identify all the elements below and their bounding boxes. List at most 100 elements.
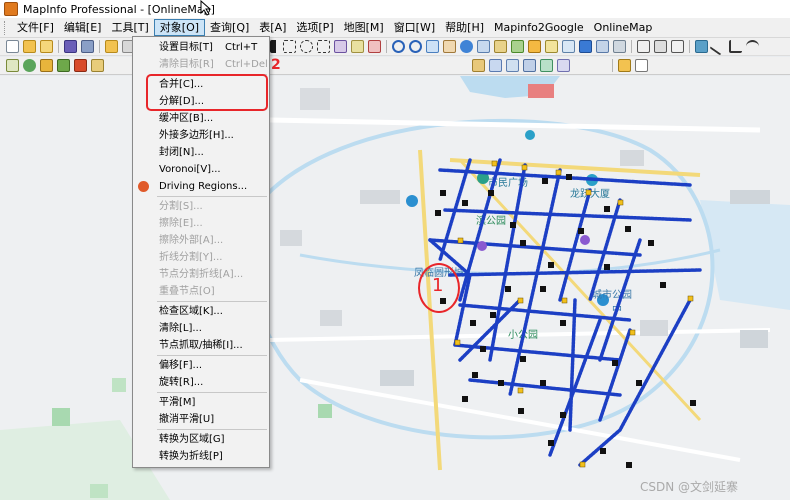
reshape-tool-icon[interactable] — [695, 40, 708, 53]
radius-select-icon[interactable] — [300, 40, 313, 53]
polygon-tool-icon[interactable] — [637, 40, 650, 53]
menu-item[interactable]: Mapinfo2Google — [489, 19, 589, 36]
object-menu-item[interactable]: 外接多边形[H]... — [133, 127, 269, 144]
menu-item-label: 撤消平滑[U] — [159, 414, 215, 425]
convert-objects-icon[interactable] — [557, 59, 570, 72]
object-menu-item[interactable]: 节点抓取/抽稀[I]... — [133, 337, 269, 354]
ruler-icon[interactable] — [545, 40, 558, 53]
combine-objects-icon[interactable] — [472, 59, 485, 72]
open-folder-icon[interactable] — [23, 40, 36, 53]
statistics-icon[interactable] — [579, 40, 592, 53]
menu-item[interactable]: 对象[O] — [153, 19, 206, 36]
object-menu-item: 清除目标[R] Ctrl+Del — [133, 56, 269, 73]
poi-pin[interactable] — [525, 130, 535, 140]
menu-item[interactable]: 选项[P] — [291, 19, 338, 36]
legend-icon[interactable] — [562, 40, 575, 53]
mapinfo-app-icon — [4, 2, 18, 16]
menu-item[interactable]: 文件[F] — [12, 19, 59, 36]
purple-marker[interactable] — [580, 235, 590, 245]
object-menu-item[interactable]: 平滑[M] — [133, 394, 269, 411]
save-as-icon[interactable] — [81, 40, 94, 53]
object-menu-item[interactable]: 设置目标[T] Ctrl+T — [133, 39, 269, 56]
erase-objects-icon[interactable] — [506, 59, 519, 72]
menu-item-label: 分割[S]... — [159, 201, 203, 212]
polyline-tool-icon[interactable] — [729, 40, 742, 53]
map-canvas[interactable]: 市民广场 龙跃大厦 滨公园 凤临圆形城 城市公园 中 小公园 — [0, 76, 790, 500]
split-objects-icon[interactable] — [489, 59, 502, 72]
line-tool-icon[interactable] — [709, 37, 728, 56]
menu-item-label: 擦除外部[A]... — [159, 235, 224, 246]
hotlink-icon[interactable] — [477, 40, 490, 53]
object-menu-item[interactable]: Driving Regions... — [133, 178, 269, 195]
erase-outside-icon[interactable] — [523, 59, 536, 72]
toolbar-separator — [612, 59, 613, 72]
menu-item-label: Voronoi[V]... — [159, 164, 221, 175]
object-menu-item[interactable]: 偏移[F]... — [133, 357, 269, 374]
region-tool-icon[interactable] — [654, 40, 667, 53]
map-window-icon[interactable] — [618, 59, 631, 72]
menu-item[interactable]: 窗口[W] — [389, 19, 440, 36]
map-layer-icon[interactable] — [40, 59, 53, 72]
object-menu-item[interactable]: 封闭[N]... — [133, 144, 269, 161]
unselect-all-icon[interactable] — [351, 40, 364, 53]
menu-item[interactable]: 地图[M] — [339, 19, 389, 36]
save-icon[interactable] — [64, 40, 77, 53]
boundary-select-icon[interactable] — [334, 40, 347, 53]
layer-list-icon[interactable] — [6, 59, 19, 72]
menu-item[interactable]: OnlineMap — [589, 19, 658, 36]
open-table-icon[interactable] — [105, 40, 118, 53]
menu-item[interactable]: 查询[Q] — [205, 19, 254, 36]
layer-control-icon[interactable] — [528, 40, 541, 53]
open-workspace-icon[interactable] — [40, 40, 53, 53]
menu-item-label: 清除目标[R] — [159, 59, 214, 70]
drag-map-icon[interactable] — [511, 40, 524, 53]
menu-separator — [157, 196, 267, 197]
menu-item[interactable]: 帮助[H] — [440, 19, 489, 36]
marquee-select-icon[interactable] — [283, 40, 296, 53]
menu-bar: 文件[F] 编辑[E] 工具[T] 对象[O] 查询[Q] 表[A] 选项[P] 地图[M] 窗… — [0, 18, 790, 38]
menu-item-label: 折线分割[Y]... — [159, 252, 223, 263]
tool-manager-icon[interactable] — [91, 59, 104, 72]
label-tool-icon[interactable] — [494, 40, 507, 53]
menu-item-label: 重叠节点[O] — [159, 286, 215, 297]
red-landmark — [528, 84, 554, 98]
arc-tool-icon[interactable] — [746, 40, 759, 53]
set-target-icon[interactable] — [613, 40, 626, 53]
object-menu-item[interactable]: 清除[L]... — [133, 320, 269, 337]
object-menu-item[interactable]: 转换为区域[G] — [133, 431, 269, 448]
menu-item[interactable]: 表[A] — [254, 19, 291, 36]
menu-item-label: Driving Regions... — [159, 181, 248, 192]
csdn-watermark: CSDN @文剑延寨 — [640, 480, 739, 494]
globe-icon[interactable] — [23, 59, 36, 72]
menu-separator — [157, 301, 267, 302]
blurred-label — [320, 310, 342, 326]
poi-pin[interactable] — [406, 195, 418, 207]
object-menu-item[interactable]: 撤消平滑[U] — [133, 411, 269, 428]
buffer-objects-icon[interactable] — [540, 59, 553, 72]
browse-table-icon[interactable] — [635, 59, 648, 72]
info-tool-icon[interactable] — [460, 40, 473, 53]
object-menu-item[interactable]: 检查区域[K]... — [133, 303, 269, 320]
object-menu-item[interactable]: 缓冲区[B]... — [133, 110, 269, 127]
invert-selection-icon[interactable] — [368, 40, 381, 53]
select-arrow-icon[interactable] — [270, 40, 279, 53]
polygon-select-icon[interactable] — [317, 40, 330, 53]
clip-region-icon[interactable] — [596, 40, 609, 53]
new-file-icon[interactable] — [6, 40, 19, 53]
change-view-icon[interactable] — [426, 40, 439, 53]
grabber-hand-icon[interactable] — [443, 40, 456, 53]
object-menu-item[interactable]: 旋转[R]... — [133, 374, 269, 391]
purple-marker[interactable] — [477, 241, 487, 251]
menu-item-label: 节点分割折线[A]... — [159, 269, 244, 280]
zoom-out-icon[interactable] — [409, 40, 422, 53]
rectangle-tool-icon[interactable] — [671, 40, 684, 53]
map-window[interactable]: 市民广场 龙跃大厦 滨公园 凤临圆形城 城市公园 中 小公园 — [0, 76, 790, 500]
object-menu-item[interactable]: Voronoi[V]... — [133, 161, 269, 178]
browser-icon[interactable] — [74, 59, 87, 72]
zoom-in-icon[interactable] — [392, 40, 405, 53]
menu-item[interactable]: 工具[T] — [106, 19, 153, 36]
chart-icon[interactable] — [57, 59, 70, 72]
menu-item[interactable]: 编辑[E] — [59, 19, 107, 36]
object-menu-item[interactable]: 转换为折线[P] — [133, 448, 269, 465]
menu-item-label: 擦除[E]... — [159, 218, 203, 229]
